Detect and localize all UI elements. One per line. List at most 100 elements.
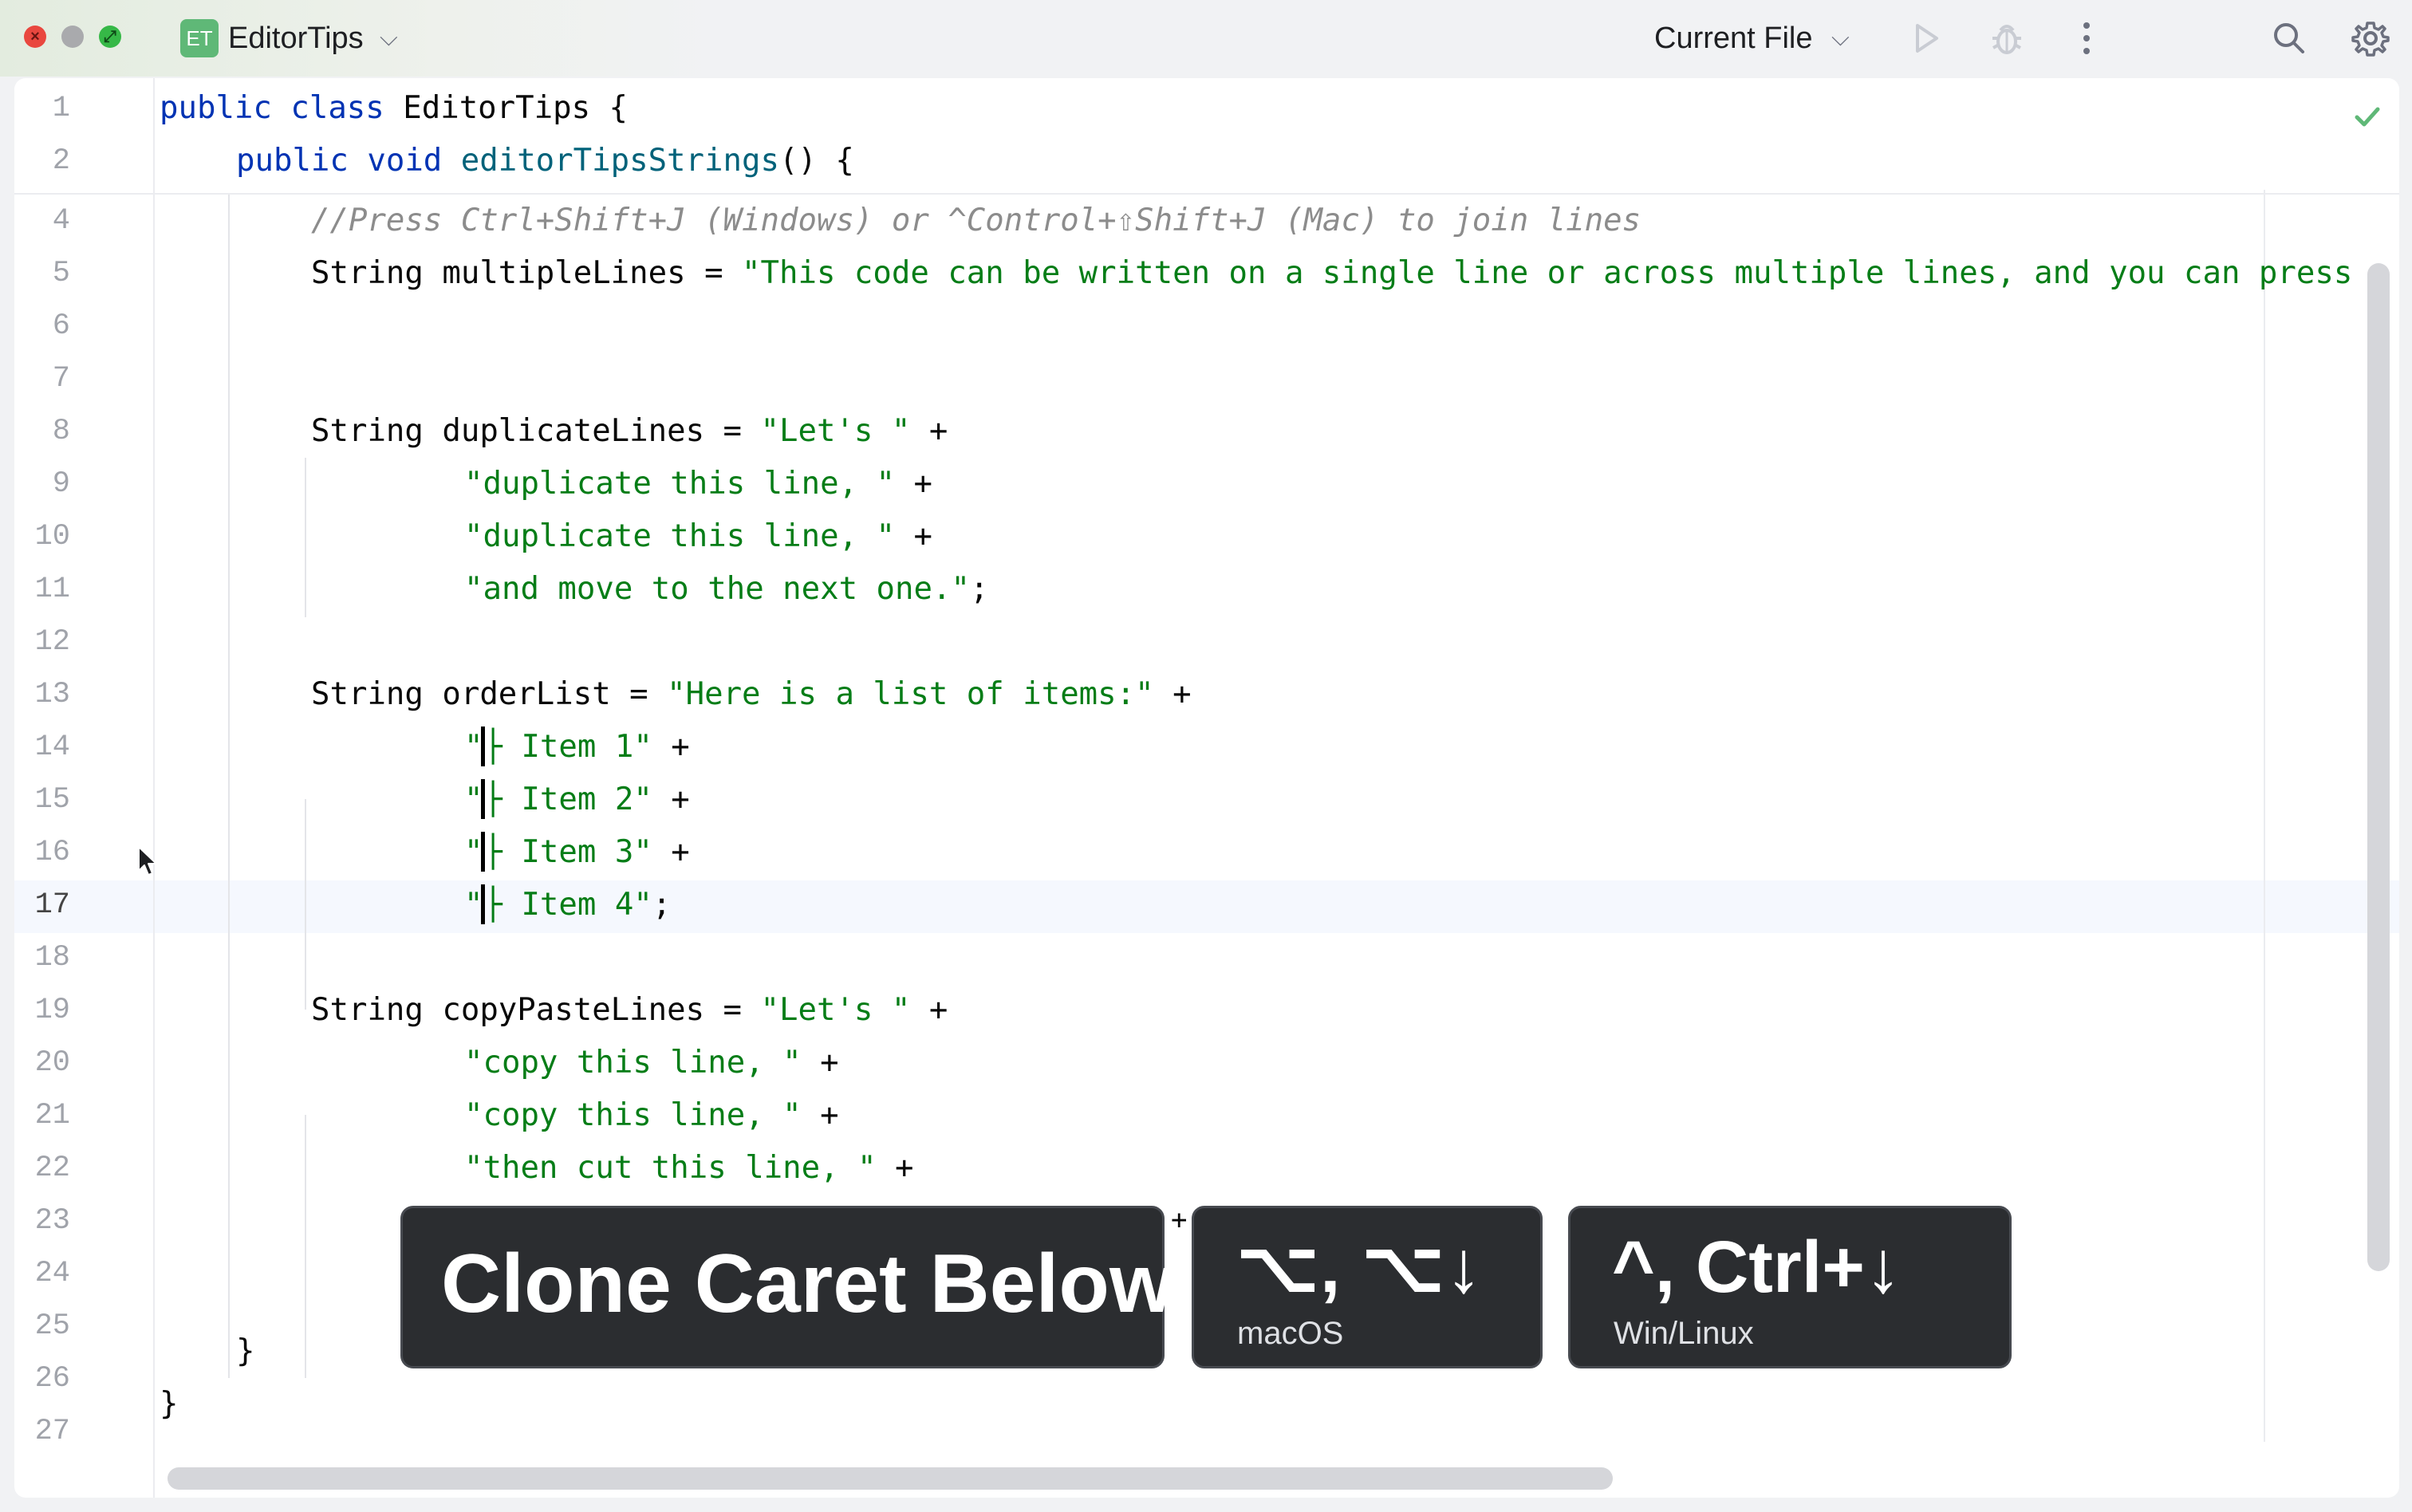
closing-brace: } [160, 1386, 179, 1422]
operator: + [910, 413, 948, 449]
debug-icon[interactable] [1983, 14, 2031, 62]
code-line[interactable]: "├ Item 1" + [464, 721, 690, 774]
code-line[interactable]: "copy this line, " + [464, 1037, 839, 1089]
indent-guide [305, 458, 306, 617]
code-line-current[interactable]: "├ Item 4"; [464, 879, 671, 931]
zoom-window-button[interactable]: ⤢ [99, 26, 121, 48]
project-badge[interactable]: ET [180, 19, 219, 57]
code-line-comment[interactable]: //Press Ctrl+Shift+J (Windows) or ^Contr… [311, 195, 1641, 247]
chevron-down-icon[interactable]: ⌵ [380, 18, 398, 59]
settings-icon[interactable] [2347, 14, 2394, 62]
operator: + [652, 782, 690, 817]
line-number-current: 17 [34, 888, 70, 922]
search-icon[interactable] [2265, 14, 2313, 62]
vertical-scrollbar[interactable] [2367, 263, 2390, 1271]
mouse-cursor-icon [138, 846, 157, 876]
string-literal: "duplicate this line, " [464, 466, 896, 502]
string-literal: "copy this line, " [464, 1097, 802, 1133]
code-line[interactable]: "then cut this line, " + [464, 1142, 914, 1195]
current-line-highlight [14, 880, 2399, 933]
line-number: 20 [34, 1046, 70, 1080]
code-line[interactable]: public class EditorTips { [160, 82, 628, 135]
string-literal: ├ Item 4" [483, 887, 652, 923]
title-bar: × ⤢ ET EditorTips ⌵ Current File ⌵ [0, 0, 2412, 77]
code-line[interactable]: "├ Item 3" + [464, 826, 690, 879]
chevron-down-icon[interactable]: ⌵ [1831, 18, 1850, 59]
code-line[interactable]: String multipleLines = "This code can be… [311, 247, 2352, 300]
code-line[interactable]: String copyPasteLines = "Let's " + [311, 984, 948, 1037]
line-number: 12 [34, 625, 70, 659]
text-caret [481, 831, 486, 872]
run-configuration-selector[interactable]: Current File [1654, 18, 1813, 59]
operator: + [1153, 676, 1192, 712]
line-number: 9 [52, 467, 70, 501]
win-linux-label: Win/Linux [1614, 1316, 1754, 1351]
close-window-button[interactable]: × [24, 26, 46, 48]
line-number: 8 [52, 415, 70, 448]
variable-declaration: String multipleLines = [311, 255, 743, 291]
string-literal: "duplicate this line, " [464, 518, 896, 554]
string-literal: "Let's " [760, 413, 911, 449]
code-line[interactable]: "and move to the next one."; [464, 563, 988, 616]
line-number: 15 [34, 783, 70, 817]
operator: + [910, 992, 948, 1028]
win-linux-shortcut-overlay: ^, Ctrl+↓ Win/Linux [1568, 1206, 2012, 1368]
run-icon[interactable] [1902, 14, 1949, 62]
project-name[interactable]: EditorTips [228, 18, 364, 59]
operator: + [801, 1097, 839, 1133]
string-quote: " [464, 782, 483, 817]
variable-declaration: String duplicateLines = [311, 413, 761, 449]
semicolon: ; [969, 571, 989, 607]
string-literal: "and move to the next one." [464, 571, 970, 607]
text-caret [481, 726, 486, 766]
line-number: 10 [34, 520, 70, 553]
indent-guide [305, 1115, 306, 1378]
semicolon: ; [652, 887, 672, 923]
keyword: public class [160, 90, 404, 126]
operator: + [876, 1150, 914, 1186]
line-number: 23 [34, 1204, 70, 1238]
string-literal: "Here is a list of items:" [667, 676, 1154, 712]
code-line[interactable]: String orderList = "Here is a list of it… [311, 668, 1192, 721]
action-name-overlay: Clone Caret Below [400, 1206, 1174, 1368]
string-quote: " [464, 729, 483, 765]
close-window-icon: × [30, 28, 40, 45]
line-number: 7 [52, 362, 70, 396]
code-line[interactable]: "duplicate this line, " + [464, 458, 932, 510]
variable-declaration: String copyPasteLines = [311, 992, 761, 1028]
line-number: 26 [34, 1362, 70, 1396]
text-caret [481, 778, 486, 819]
more-icon[interactable] [2063, 14, 2110, 62]
code-line[interactable]: public void editorTipsStrings() { [236, 135, 854, 187]
macos-shortcut-overlay: ⌥, ⌥↓ macOS [1192, 1206, 1543, 1368]
class-declaration: EditorTips { [403, 90, 629, 126]
indent-guide [228, 195, 230, 1378]
gutter-divider [153, 78, 155, 1498]
line-number: 25 [34, 1309, 70, 1343]
check-icon[interactable] [2350, 99, 2385, 134]
indent-guide [305, 799, 306, 1010]
win-linux-shortcut-keys: ^, Ctrl+↓ [1612, 1227, 1902, 1308]
line-number: 16 [34, 836, 70, 869]
code-line[interactable]: "├ Item 2" + [464, 774, 690, 826]
minimize-window-button[interactable] [61, 26, 84, 48]
operator: + [895, 466, 933, 502]
line-number: 5 [52, 257, 70, 290]
code-line[interactable]: "duplicate this line, " + [464, 510, 932, 563]
right-margin-guide [2264, 190, 2265, 1442]
method-params: () { [778, 143, 854, 179]
macos-label: macOS [1237, 1316, 1344, 1351]
code-line[interactable]: "copy this line, " + [464, 1089, 839, 1142]
horizontal-scrollbar[interactable] [168, 1467, 1613, 1490]
text-caret [481, 884, 486, 924]
string-literal: ├ Item 1" [483, 729, 652, 765]
operator: + [895, 518, 933, 554]
action-name: Clone Caret Below [441, 1238, 1174, 1330]
code-line[interactable]: String duplicateLines = "Let's " + [311, 405, 948, 458]
closing-brace: } [236, 1333, 255, 1369]
line-number: 22 [34, 1152, 70, 1185]
string-literal: ├ Item 2" [483, 782, 652, 817]
line-number: 27 [34, 1415, 70, 1448]
string-literal: "copy this line, " [464, 1045, 802, 1081]
variable-declaration: String orderList = [311, 676, 668, 712]
